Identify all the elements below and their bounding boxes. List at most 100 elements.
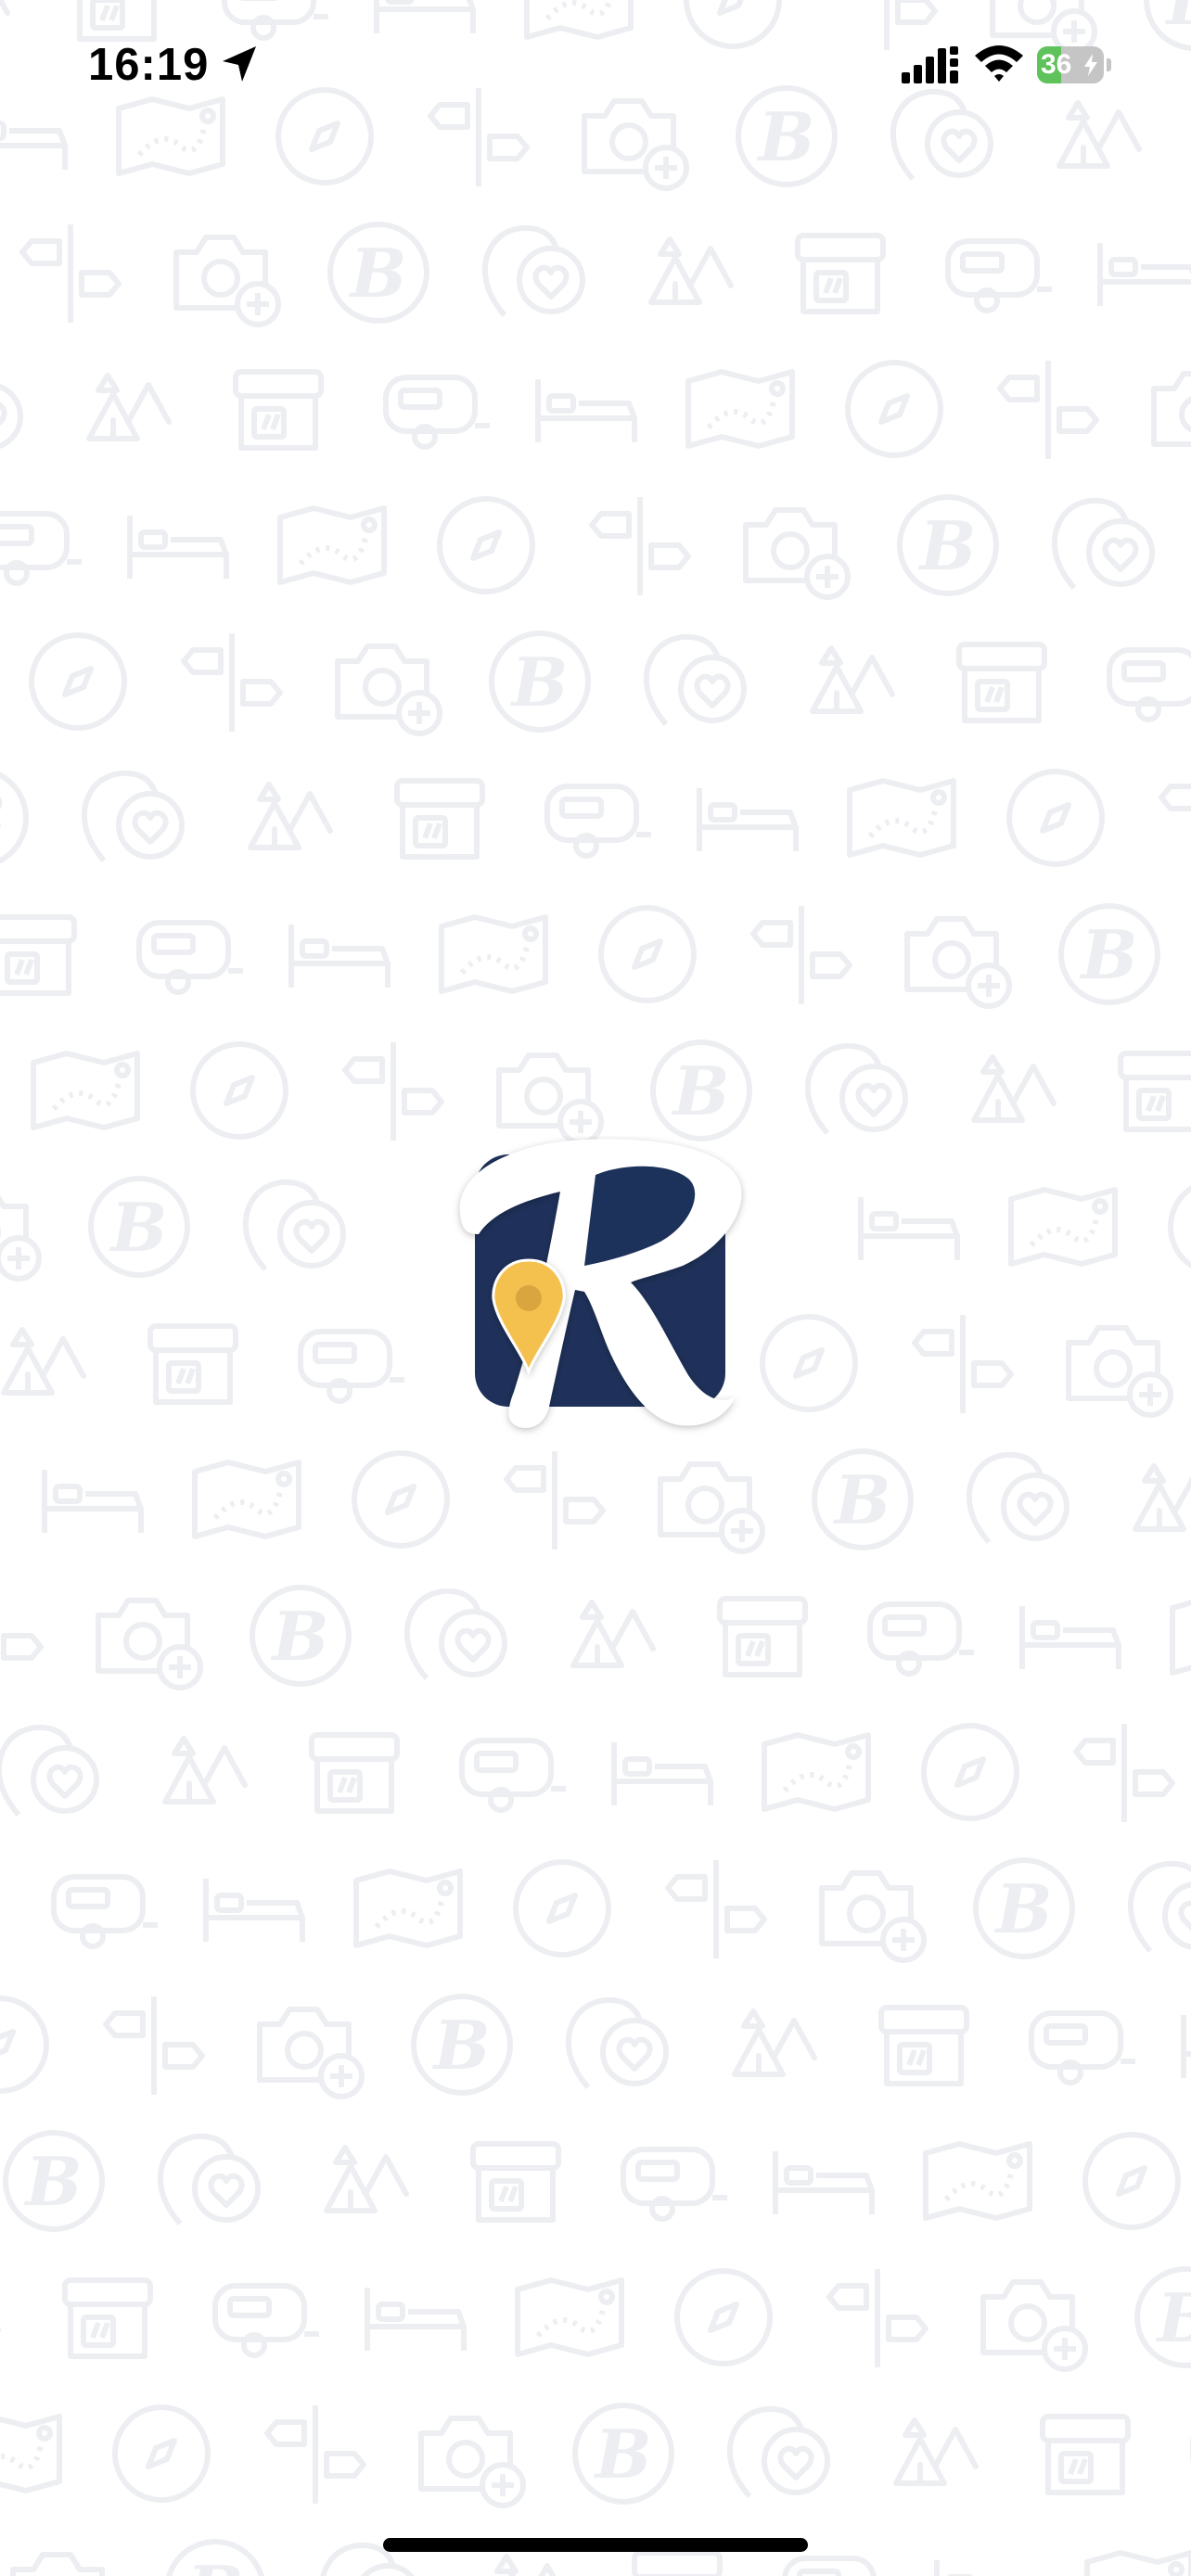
camera-plus-icon — [983, 2282, 1085, 2369]
camp-tent-icon — [573, 1602, 653, 1665]
heart-pin-icon — [730, 2409, 827, 2496]
camp-tent-icon — [813, 648, 892, 711]
heart-pin-icon — [569, 2000, 666, 2087]
heart-pin-icon — [969, 1455, 1067, 1542]
status-time: 16:19 — [88, 40, 210, 90]
compass-icon — [354, 1453, 447, 1546]
camper-trailer-icon — [386, 377, 490, 447]
camera-plus-icon — [1069, 1328, 1171, 1415]
bed-icon — [775, 2151, 872, 2214]
camp-tent-icon — [1135, 1466, 1191, 1529]
battery-body: 36 — [1037, 46, 1104, 83]
folded-map-icon — [518, 2280, 621, 2354]
camera-plus-icon — [0, 1192, 39, 1279]
compass-icon — [1009, 772, 1102, 864]
camera-plus-icon — [822, 1873, 924, 1960]
camp-tent-icon — [89, 376, 169, 439]
storefront-icon — [959, 644, 1044, 721]
r-badge-icon — [330, 224, 427, 321]
compass-icon — [440, 499, 532, 592]
storefront-icon — [312, 1735, 397, 1811]
camp-tent-icon — [250, 784, 330, 848]
wifi-icon — [975, 45, 1023, 82]
camera-plus-icon — [746, 510, 848, 597]
bed-icon — [1100, 243, 1191, 306]
r-badge-icon — [492, 633, 588, 730]
storefront-icon — [473, 2144, 558, 2220]
bed-icon — [861, 1197, 957, 1260]
bed-icon — [206, 1879, 302, 1942]
bed-icon — [367, 2288, 464, 2351]
r-badge-icon — [6, 2133, 102, 2229]
battery-level-text: 36 — [1041, 49, 1072, 80]
compass-icon — [677, 2271, 770, 2364]
bed-icon — [130, 516, 226, 579]
r-badge-icon — [252, 1588, 349, 1684]
camera-plus-icon — [13, 2555, 115, 2576]
folded-map-icon — [356, 1871, 460, 1945]
folded-map-icon — [850, 781, 954, 855]
heart-pin-icon — [647, 637, 744, 724]
camp-tent-icon — [488, 2557, 568, 2576]
camper-trailer-icon — [462, 1741, 566, 1810]
roadtrippers-r-logo-icon — [459, 1139, 742, 1428]
home-indicator[interactable] — [383, 2538, 808, 2552]
location-arrow-icon — [223, 46, 256, 82]
heart-pin-icon — [0, 364, 20, 452]
r-badge-icon — [1137, 2269, 1191, 2366]
heart-pin-icon — [84, 773, 182, 861]
camper-trailer-icon — [301, 1332, 404, 1401]
camper-trailer-icon — [54, 1877, 158, 1946]
heart-pin-icon — [407, 1591, 505, 1678]
camper-trailer-icon — [870, 1604, 974, 1674]
camp-tent-icon — [327, 2148, 406, 2211]
r-badge-icon — [900, 497, 996, 593]
camp-tent-icon — [974, 1057, 1054, 1120]
heart-pin-icon — [1055, 501, 1152, 588]
heart-pin-icon — [1131, 1864, 1191, 1951]
bed-icon — [1184, 2015, 1191, 2078]
camera-plus-icon — [1154, 374, 1191, 461]
storefront-icon — [236, 372, 321, 448]
signpost-icon — [267, 2405, 364, 2504]
storefront-icon — [1043, 2417, 1128, 2493]
compass-icon — [1171, 1180, 1191, 1273]
folded-map-icon — [1011, 1190, 1115, 1264]
camper-trailer-icon — [0, 514, 82, 583]
storefront-icon — [798, 236, 883, 312]
camper-trailer-icon — [785, 2558, 889, 2576]
signpost-icon — [22, 224, 119, 323]
camp-tent-icon — [896, 2420, 976, 2483]
storefront-icon — [1121, 1053, 1191, 1129]
compass-icon — [762, 1317, 855, 1409]
compass-icon — [601, 908, 694, 1001]
camera-plus-icon — [660, 1464, 762, 1551]
r-badge-icon — [1061, 906, 1158, 1002]
heart-pin-icon — [0, 1728, 96, 1815]
bed-icon — [614, 1742, 711, 1805]
compass-icon — [516, 1862, 608, 1955]
folded-map-icon — [1087, 2553, 1191, 2576]
signpost-icon — [668, 1860, 764, 1958]
camper-trailer-icon — [623, 2149, 727, 2219]
camera-plus-icon — [98, 1600, 200, 1688]
cellular-signal-icon — [902, 46, 958, 83]
storefront-icon — [397, 781, 482, 857]
compass-icon — [924, 1726, 1017, 1818]
r-badge-icon — [814, 1451, 911, 1548]
camper-trailer-icon — [1031, 2013, 1135, 2083]
r-badge-icon — [653, 1042, 749, 1139]
camera-plus-icon — [499, 1055, 601, 1142]
compass-icon — [1085, 2135, 1178, 2227]
bed-icon — [699, 788, 796, 851]
folded-map-icon — [0, 2417, 59, 2491]
folded-map-icon — [926, 2144, 1030, 2218]
r-badge-icon — [167, 2542, 263, 2576]
storefront-icon — [65, 2280, 150, 2356]
camp-tent-icon — [735, 2011, 814, 2074]
storefront-icon — [634, 2553, 720, 2576]
signpost-icon — [184, 633, 280, 732]
signpost-icon — [106, 1996, 202, 2095]
compass-icon — [848, 363, 941, 455]
signpost-icon — [1000, 361, 1096, 459]
